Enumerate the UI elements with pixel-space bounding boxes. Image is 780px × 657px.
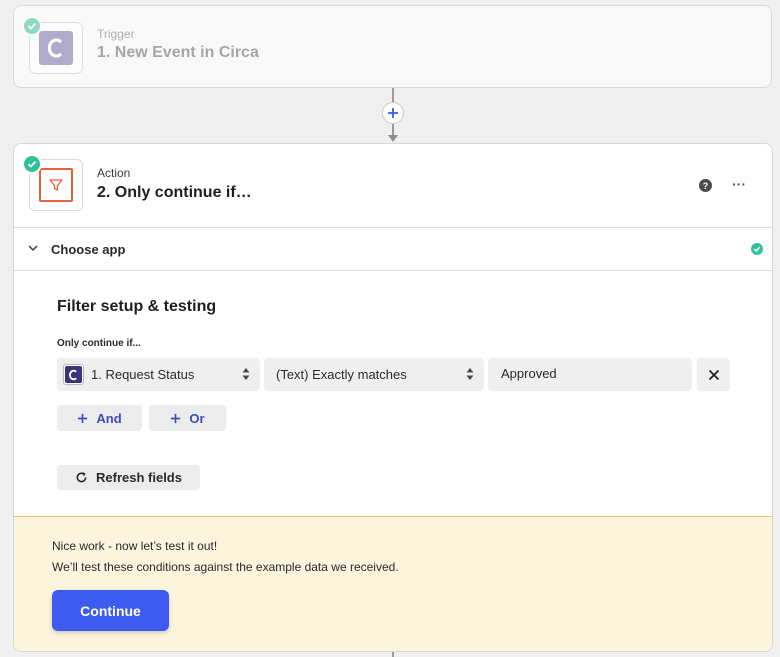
trigger-title: 1. New Event in Circa [97,44,259,61]
filter-condition-value: (Text) Exactly matches [276,367,407,382]
trigger-kind-label: Trigger [97,27,135,41]
continue-button[interactable]: Continue [52,590,169,631]
filter-value-input[interactable]: Approved [488,358,692,391]
check-circle-icon [22,16,42,36]
check-circle-icon [751,243,763,255]
only-continue-label: Only continue if... [57,338,141,349]
more-options-icon[interactable]: ··· [732,176,746,192]
check-circle-icon [22,154,42,174]
add-step-button[interactable] [382,102,404,124]
plus-icon [78,413,88,423]
divider [14,270,772,271]
choose-app-label: Choose app [51,242,126,257]
connector-line-top [392,88,394,102]
notice-heading: Nice work - now let’s test it out! [52,539,218,553]
sort-updown-icon [466,368,474,380]
action-step-header[interactable]: Action 2. Only continue if… ? ··· [14,144,772,228]
plus-icon [171,413,181,423]
filter-setup-heading: Filter setup & testing [57,298,217,315]
filter-field-value: 1. Request Status [91,367,195,382]
refresh-icon [76,472,87,483]
or-label: Or [189,410,205,426]
and-label: And [96,410,122,426]
filter-condition-select[interactable]: (Text) Exactly matches [264,358,484,391]
test-notice-panel: Nice work - now let’s test it out! We’ll… [14,516,772,651]
action-step-card: Action 2. Only continue if… ? ··· Choose… [13,143,773,652]
action-title: 2. Only continue if… [97,184,252,201]
notice-description: We’ll test these conditions against the … [52,560,399,574]
remove-condition-button[interactable] [697,358,730,391]
refresh-label: Refresh fields [96,470,182,485]
chevron-down-icon [28,245,38,252]
filter-funnel-icon [39,168,73,202]
sort-updown-icon [242,368,250,380]
plus-icon [388,108,398,118]
filter-field-select[interactable]: 1. Request Status [57,358,260,391]
close-icon [708,369,719,380]
arrow-down-icon [388,135,398,142]
zap-editor-canvas: Trigger 1. New Event in Circa Action 2. … [0,0,780,657]
help-icon[interactable]: ? [699,179,712,192]
circa-logo-icon [39,31,73,65]
trigger-step-card[interactable]: Trigger 1. New Event in Circa [13,5,772,88]
add-or-condition-button[interactable]: Or [149,405,226,431]
action-kind-label: Action [97,166,131,180]
add-and-condition-button[interactable]: And [57,405,142,431]
circa-logo-icon [63,364,84,385]
refresh-fields-button[interactable]: Refresh fields [57,465,200,490]
connector-line-next [392,652,394,657]
choose-app-section-toggle[interactable]: Choose app [14,228,772,270]
filter-compare-value: Approved [501,366,557,381]
